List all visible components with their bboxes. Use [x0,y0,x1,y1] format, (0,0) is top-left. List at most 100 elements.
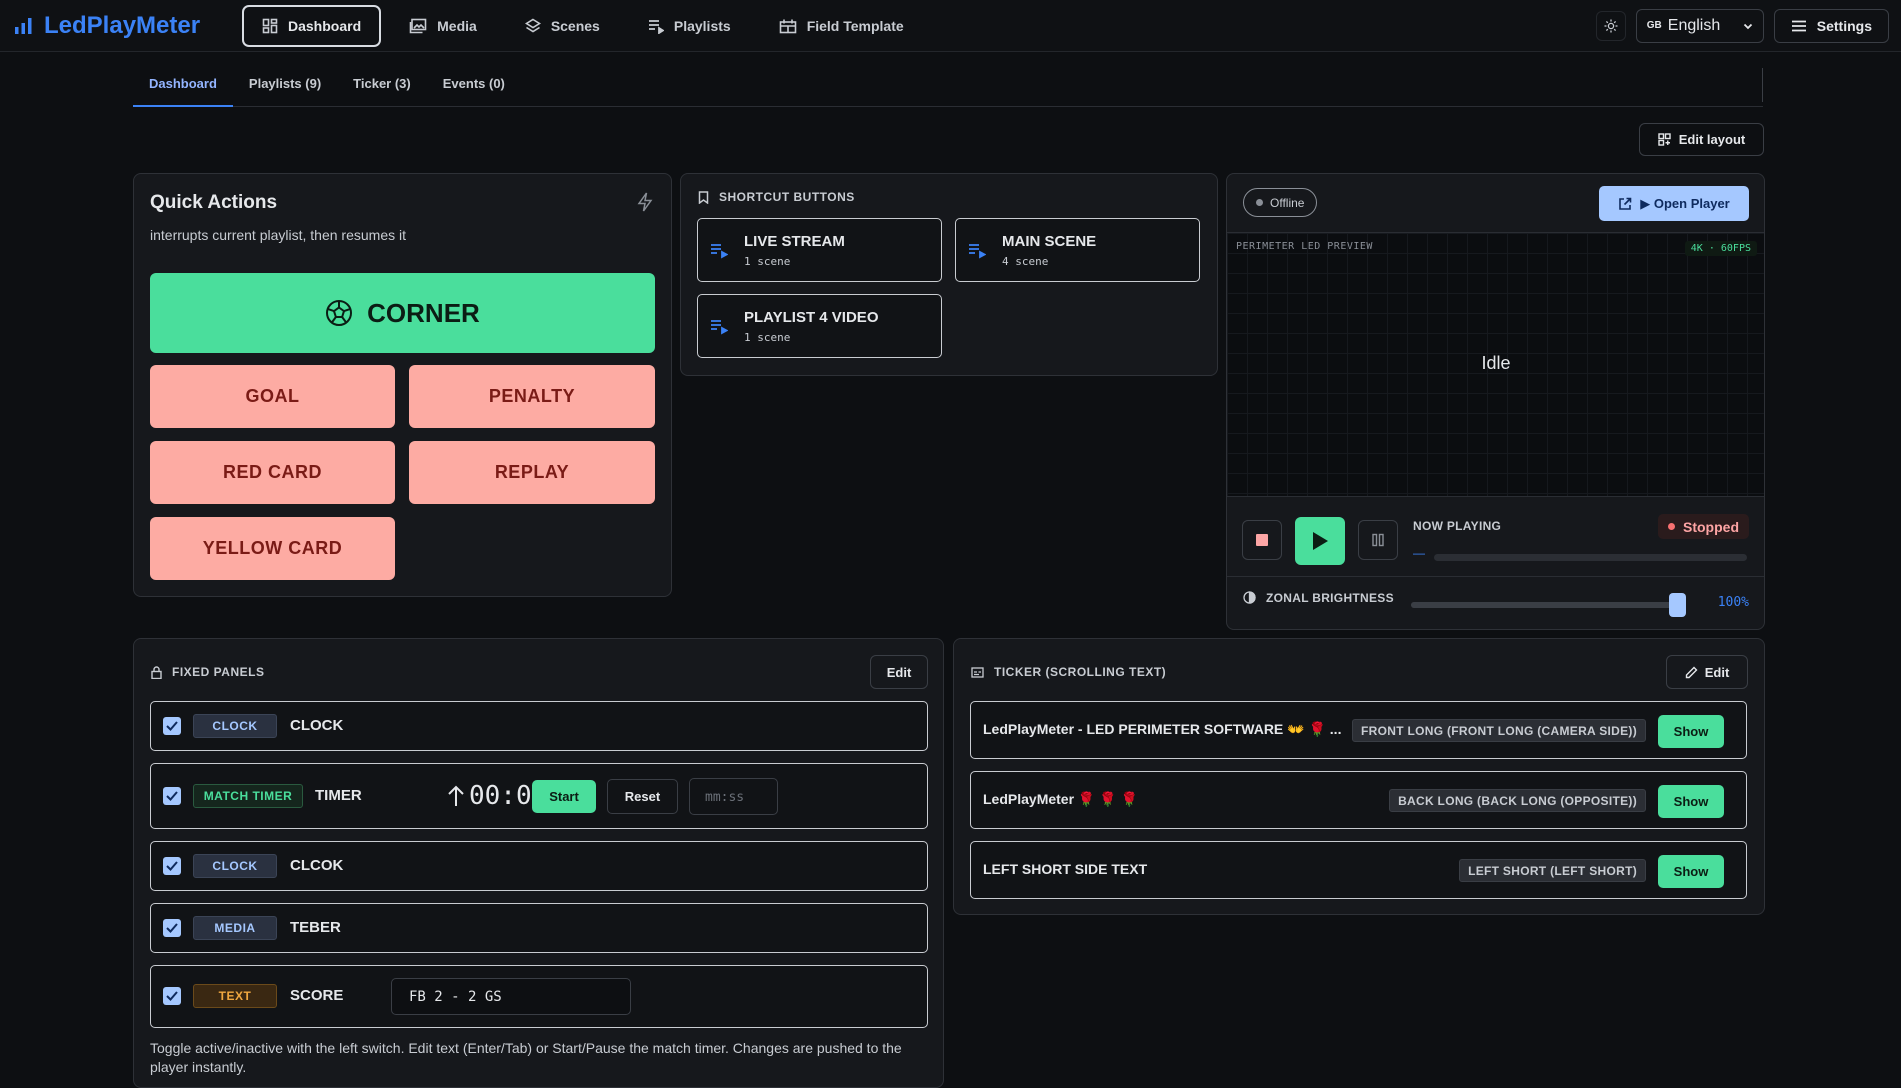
playback-status-label: Stopped [1683,518,1739,535]
penalty-button[interactable]: PENALTY [409,365,655,428]
nav-field-template[interactable]: Field Template [759,5,924,47]
shortcut-count: 1 scene [744,255,791,268]
football-icon [326,300,353,326]
slider-fill [1411,602,1686,608]
top-navbar: LedPlayMeter Dashboard Media Scenes Play… [0,0,1901,52]
language-select[interactable]: GB English [1635,8,1764,43]
theme-toggle[interactable] [1595,10,1626,41]
corner-label: CORNER [367,297,480,328]
panel-name: TIMER [315,787,362,804]
ticker-text: LedPlayMeter - LED PERIMETER SOFTWARE 👐 … [983,721,1342,737]
nav-playlists[interactable]: Playlists [628,5,751,47]
ticker-text: LedPlayMeter 🌹 🌹 🌹 [983,791,1138,807]
timer-set-input[interactable]: mm:ss [689,778,778,815]
settings-label: Settings [1816,17,1872,34]
shortcut-name: MAIN SCENE [1002,233,1097,250]
shortcut-live-stream[interactable]: LIVE STREAM 1 scene [697,218,942,282]
active-checkbox[interactable] [163,857,181,875]
ticker-text: LEFT SHORT SIDE TEXT [983,861,1148,877]
divider [1762,68,1763,102]
connection-status-badge: Offline [1243,188,1318,217]
ticker-show-button[interactable]: Show [1658,855,1724,888]
panel-type-tag: CLOCK [193,714,277,738]
shortcut-main-scene[interactable]: MAIN SCENE 4 scene [955,218,1200,282]
fixed-panel-row: MATCH TIMER TIMER 00:00 Start Reset mm:s… [150,763,928,829]
slider-thumb[interactable] [1669,593,1686,617]
subtab-playlists[interactable]: Playlists (9) [233,66,337,107]
app-logo[interactable]: LedPlayMeter [14,12,242,40]
menu-icon [1791,20,1806,31]
brightness-value: 100% [1717,595,1749,610]
timer-reset-button[interactable]: Reset [607,779,678,814]
ticker-show-button[interactable]: Show [1658,785,1724,818]
active-checkbox[interactable] [163,717,181,735]
ticker-header: TICKER (SCROLLING TEXT) [971,665,1166,679]
corner-button[interactable]: CORNER [150,273,655,353]
shortcut-buttons-header: SHORTCUT BUTTONS [698,190,855,204]
yellow-card-button[interactable]: YELLOW CARD [150,517,395,580]
fixed-panels-card: FIXED PANELS Edit CLOCK CLOCK MATCH TIME… [133,638,944,1088]
playlist-icon [969,244,986,259]
shortcut-name: PLAYLIST 4 VIDEO [744,309,879,326]
open-player-button[interactable]: ▶ Open Player [1599,186,1749,221]
ticker-row: LedPlayMeter 🌹 🌹 🌹 BACK LONG (BACK LONG … [970,771,1747,829]
active-checkbox[interactable] [163,987,181,1005]
open-player-label: ▶ Open Player [1640,195,1730,211]
now-playing-label: NOW PLAYING [1413,519,1502,533]
check-icon [166,721,178,731]
timer-start-button[interactable]: Start [532,780,596,813]
fixed-panels-title: FIXED PANELS [172,665,265,679]
app-name: LedPlayMeter [44,11,201,39]
fixed-panel-row: TEXT SCORE FB 2 - 2 GS [150,965,928,1028]
nav-dashboard[interactable]: Dashboard [242,4,382,47]
media-icon [409,18,427,33]
shortcut-count: 4 scene [1002,255,1049,268]
playback-status-badge: Stopped [1658,514,1749,539]
fixed-panels-edit-button[interactable]: Edit [870,655,928,689]
playlist-icon [648,19,664,34]
preview-label: PERIMETER LED PREVIEW [1236,241,1373,252]
nav-scenes[interactable]: Scenes [505,5,620,47]
pause-button[interactable] [1358,520,1398,560]
edit-layout-button[interactable]: Edit layout [1639,123,1764,156]
connection-status-label: Offline [1270,195,1305,210]
edit-layout-label: Edit layout [1678,132,1746,147]
score-text-input[interactable]: FB 2 - 2 GS [391,978,631,1015]
ticker-card: TICKER (SCROLLING TEXT) Edit LedPlayMete… [953,638,1765,915]
nav-scenes-label: Scenes [550,17,600,34]
subtab-bar: Dashboard Playlists (9) Ticker (3) Event… [133,66,1763,107]
playlist-icon [711,320,728,335]
external-link-icon [1619,197,1632,210]
panel-name: TEBER [290,919,341,936]
sun-icon [1604,19,1618,32]
panel-name: CLCOK [290,857,344,874]
status-dot [1668,523,1675,530]
pencil-icon [1685,666,1698,678]
player-card: Offline ▶ Open Player PERIMETER LED PREV… [1226,173,1765,630]
playback-progress-bar[interactable] [1434,554,1747,561]
subtab-ticker[interactable]: Ticker (3) [337,66,427,107]
quick-actions-card: Quick Actions interrupts current playlis… [133,173,672,597]
active-checkbox[interactable] [163,919,181,937]
active-checkbox[interactable] [163,787,181,805]
ticker-show-button[interactable]: Show [1658,715,1724,748]
nav-dashboard-label: Dashboard [288,17,362,34]
zonal-brightness-label: ZONAL BRIGHTNESS [1266,590,1394,605]
goal-button[interactable]: GOAL [150,365,395,428]
stop-button[interactable] [1242,520,1282,560]
nav-media[interactable]: Media [389,5,497,47]
replay-button[interactable]: REPLAY [409,441,655,504]
stadium-icon [779,19,796,33]
panel-name: SCORE [290,987,344,1004]
red-card-button[interactable]: RED CARD [150,441,395,504]
fixed-panel-row: MEDIA TEBER [150,903,928,953]
grid-plus-icon [1658,133,1671,146]
shortcut-playlist-4-video[interactable]: PLAYLIST 4 VIDEO 1 scene [697,294,942,358]
chevron-down-icon [1743,23,1752,29]
subtab-events[interactable]: Events (0) [427,66,521,107]
brightness-slider[interactable] [1411,593,1686,617]
ticker-edit-button[interactable]: Edit [1666,655,1748,689]
play-button[interactable] [1295,517,1345,565]
settings-button[interactable]: Settings [1773,8,1889,43]
subtab-dashboard[interactable]: Dashboard [133,66,233,107]
